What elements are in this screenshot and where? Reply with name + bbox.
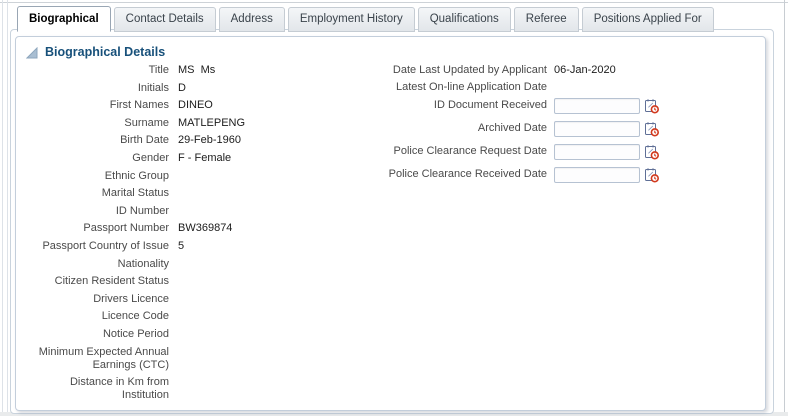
tab-bar: Biographical Contact Details Address Emp…: [17, 6, 717, 32]
collapse-triangle-icon[interactable]: [25, 46, 38, 59]
field-label: Minimum Expected Annual Earnings (CTC): [38, 345, 169, 371]
field-label: ID Document Received: [433, 99, 547, 111]
field-label: Title: [148, 64, 169, 76]
field-value: MATLEPENG: [178, 116, 246, 129]
field-row-passport-number: Passport Number BW369874: [21, 222, 361, 235]
tab-biographical[interactable]: Biographical: [17, 6, 111, 32]
field-value: BW369874: [178, 222, 233, 235]
field-label: Date Last Updated by Applicant: [392, 64, 547, 76]
field-row-police-clearance-received-date: Police Clearance Received Date: [381, 166, 711, 183]
tab-employment-history[interactable]: Employment History: [287, 7, 415, 32]
field-label: Latest On-line Application Date: [395, 80, 547, 93]
right-window-border: [784, 0, 785, 416]
window-top-border: [0, 2, 788, 3]
tab-contact-details[interactable]: Contact Details: [113, 7, 216, 32]
date-picker-icon[interactable]: [644, 144, 660, 160]
field-value: 06-Jan-2020: [554, 64, 616, 76]
panel-title: Biographical Details: [45, 45, 166, 59]
archived-date-input[interactable]: [554, 120, 640, 137]
date-input-group: [554, 166, 660, 183]
field-row-nationality: Nationality: [21, 258, 361, 271]
date-picker-icon[interactable]: [644, 121, 660, 137]
field-row-minimum-expected-earnings: Minimum Expected Annual Earnings (CTC): [21, 346, 361, 372]
field-row-id-number: ID Number: [21, 205, 361, 218]
field-value: D: [178, 81, 186, 94]
police-clearance-received-date-input[interactable]: [554, 166, 640, 183]
field-label: Citizen Resident Status: [54, 275, 169, 288]
field-label: Gender: [132, 151, 169, 164]
field-label: ID Number: [115, 204, 169, 217]
left-panel-border-inner: [7, 0, 8, 416]
field-row-surname: Surname MATLEPENG: [21, 117, 361, 130]
field-label: Licence Code: [101, 310, 169, 323]
field-label: Archived Date: [477, 122, 547, 134]
field-row-citizen-resident-status: Citizen Resident Status: [21, 275, 361, 288]
field-row-date-last-updated: Date Last Updated by Applicant 06-Jan-20…: [381, 64, 711, 77]
application-window: Biographical Contact Details Address Emp…: [0, 0, 788, 416]
field-row-marital-status: Marital Status: [21, 187, 361, 200]
field-row-first-names: First Names DINEO: [21, 99, 361, 112]
panel-header: Biographical Details: [25, 45, 166, 59]
field-row-ethnic-group: Ethnic Group: [21, 170, 361, 183]
field-label: Drivers Licence: [93, 292, 169, 305]
right-field-column: Date Last Updated by Applicant 06-Jan-20…: [381, 64, 711, 189]
field-row-licence-code: Licence Code: [21, 310, 361, 323]
date-picker-icon[interactable]: [644, 98, 660, 114]
field-label: Surname: [124, 116, 169, 129]
field-row-passport-country: Passport Country of Issue 5: [21, 240, 361, 253]
field-row-id-document-received: ID Document Received: [381, 97, 711, 114]
field-label: Passport Number: [83, 222, 169, 235]
field-label: Ethnic Group: [104, 169, 169, 182]
field-label: Police Clearance Received Date: [388, 168, 547, 180]
field-row-birth-date: Birth Date 29-Feb-1960: [21, 134, 361, 147]
field-row-police-clearance-request-date: Police Clearance Request Date: [381, 143, 711, 160]
date-input-group: [554, 97, 660, 114]
tab-positions-applied-for[interactable]: Positions Applied For: [581, 7, 714, 32]
id-document-received-input[interactable]: [554, 97, 640, 114]
field-row-initials: Initials D: [21, 82, 361, 95]
field-label: Distance in Km from Institution: [69, 376, 169, 402]
field-row-drivers-licence: Drivers Licence: [21, 293, 361, 306]
field-label: Marital Status: [101, 187, 169, 200]
field-label: Passport Country of Issue: [42, 239, 169, 252]
field-value: DINEO: [178, 99, 213, 112]
field-row-archived-date: Archived Date: [381, 120, 711, 137]
field-label: Birth Date: [120, 134, 169, 147]
tab-qualifications[interactable]: Qualifications: [417, 7, 511, 32]
biographical-details-panel: Biographical Details Title MS Ms Initials…: [15, 36, 766, 411]
field-label: Initials: [137, 81, 169, 94]
field-row-title: Title MS Ms: [21, 64, 361, 77]
police-clearance-request-date-input[interactable]: [554, 143, 640, 160]
field-label: Notice Period: [102, 327, 169, 340]
field-row-latest-online-application-date: Latest On-line Application Date: [381, 81, 711, 94]
field-row-distance-from-institution: Distance in Km from Institution: [21, 376, 361, 402]
field-row-notice-period: Notice Period: [21, 328, 361, 341]
left-panel-border-outer: [2, 0, 3, 416]
date-picker-icon[interactable]: [644, 167, 660, 183]
field-value: 29-Feb-1960: [178, 134, 241, 147]
left-field-column: Title MS Ms Initials D First Names DINEO Su…: [21, 64, 361, 407]
field-value: MS Ms: [178, 64, 216, 76]
field-row-gender: Gender F - Female: [21, 152, 361, 165]
field-label: First Names: [109, 99, 169, 112]
date-input-group: [554, 143, 660, 160]
date-input-group: [554, 120, 660, 137]
field-label: Police Clearance Request Date: [393, 145, 547, 157]
field-value: F - Female: [178, 151, 232, 164]
field-label: Nationality: [117, 257, 169, 270]
tab-address[interactable]: Address: [218, 7, 285, 32]
tab-referee[interactable]: Referee: [513, 7, 579, 32]
field-value: 5: [178, 239, 185, 252]
